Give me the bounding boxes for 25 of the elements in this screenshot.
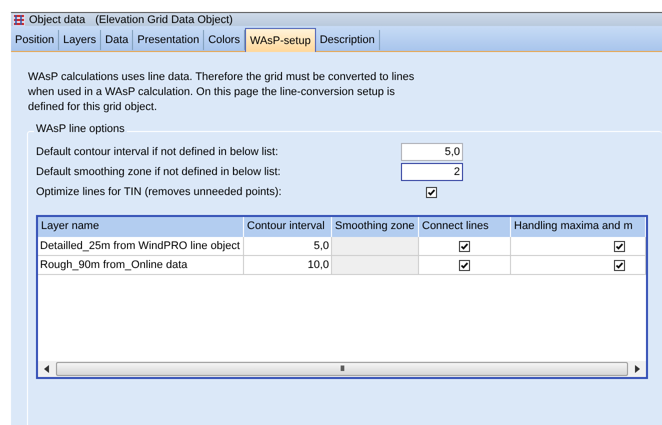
tab[interactable]: Description bbox=[316, 30, 380, 50]
description-text: WAsP calculations uses line data. Therefore the grid must be converted to lines when used in a WAsP calculation. On this page the line-conversion setup is defined for this grid object. bbox=[28, 70, 416, 115]
window-subtitle: (Elevation Grid Data Object) bbox=[95, 14, 233, 26]
option-label: Default contour interval if not defined in below list: bbox=[36, 146, 280, 158]
column-header[interactable]: Layer name bbox=[38, 217, 244, 237]
scrollbar-thumb[interactable]: III bbox=[56, 362, 628, 376]
column-header[interactable]: Contour interval bbox=[244, 217, 332, 237]
grip-mark: III bbox=[340, 365, 344, 373]
column-header[interactable]: Connect lines bbox=[419, 217, 511, 237]
group-title: WAsP line options bbox=[34, 123, 127, 135]
option-label: Optimize lines for TIN (removes unneeded points): bbox=[36, 186, 283, 198]
tab[interactable]: Presentation bbox=[133, 30, 204, 50]
option-label: Default smoothing zone if not defined in below list: bbox=[36, 166, 282, 178]
tab[interactable]: Layers bbox=[59, 30, 102, 50]
input-field[interactable]: 5,0 bbox=[401, 143, 463, 161]
table-cell: Detailled_25m from WindPRO line object bbox=[38, 237, 244, 256]
tab[interactable]: Position bbox=[11, 30, 60, 50]
column-header[interactable]: Handling maxima and m bbox=[511, 217, 646, 237]
tab[interactable]: Data bbox=[101, 30, 134, 50]
window-title: Object data bbox=[29, 14, 86, 26]
column-header[interactable]: Smoothing zone bbox=[332, 217, 419, 237]
table-cell: Rough_90m from_Online data bbox=[38, 256, 244, 275]
tab[interactable]: WAsP-setup bbox=[244, 28, 316, 52]
input-field[interactable]: 2 bbox=[401, 163, 463, 181]
horizontal-scrollbar[interactable]: III bbox=[38, 361, 646, 377]
